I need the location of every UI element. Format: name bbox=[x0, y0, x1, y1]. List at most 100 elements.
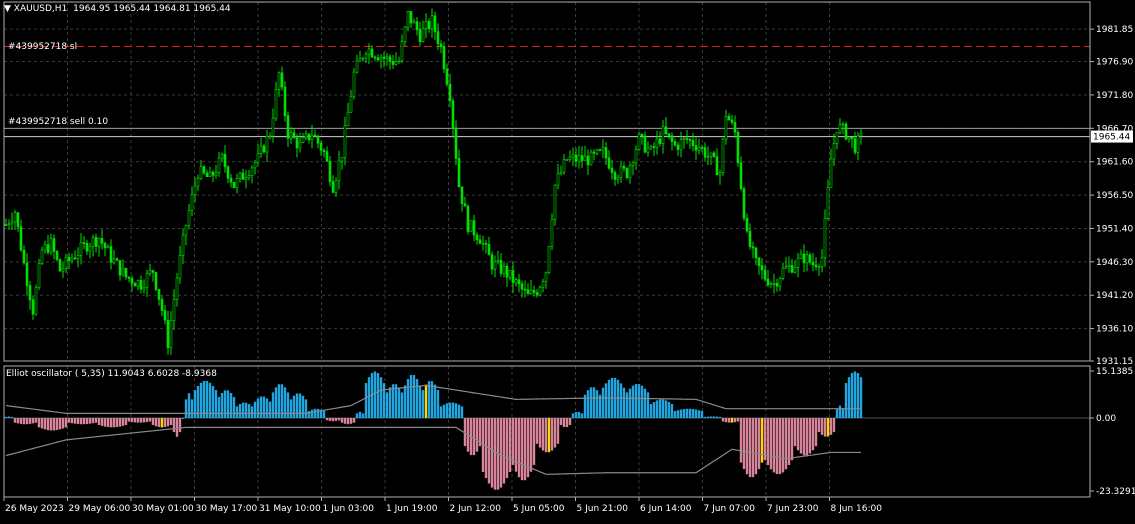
candle-body bbox=[202, 166, 206, 174]
oscillator-bar bbox=[688, 408, 692, 418]
oscillator-bar bbox=[487, 418, 491, 484]
price-chart[interactable]: 1981.851976.901971.801966.701961.601956.… bbox=[0, 0, 1135, 520]
candle-body bbox=[847, 136, 851, 140]
lower-band-line bbox=[5, 426, 861, 475]
candle-body bbox=[466, 205, 470, 232]
candle-body bbox=[151, 270, 155, 273]
oscillator-bar bbox=[184, 399, 188, 418]
oscillator-bar bbox=[859, 377, 863, 418]
oscillator-bar bbox=[514, 418, 518, 472]
candle-body bbox=[694, 145, 698, 151]
oscillator-bar bbox=[742, 418, 746, 470]
oscillator-bar bbox=[529, 418, 533, 472]
oscillator-bar bbox=[793, 418, 797, 447]
candle-body bbox=[505, 265, 509, 278]
price-tick-label: 1941.20 bbox=[1096, 291, 1133, 301]
candle-body bbox=[196, 178, 200, 187]
oscillator-bar bbox=[415, 379, 419, 418]
candle-body bbox=[391, 61, 395, 65]
candle-body bbox=[583, 155, 587, 161]
oscillator-bar bbox=[493, 418, 497, 490]
oscillator-bar bbox=[790, 418, 794, 461]
candle-body bbox=[541, 281, 545, 288]
collapse-arrow-icon[interactable]: ▼ bbox=[4, 4, 11, 14]
oscillator-bar bbox=[655, 400, 659, 418]
candle-body bbox=[133, 283, 137, 287]
candle-body bbox=[490, 254, 494, 270]
candle-body bbox=[568, 156, 572, 160]
oscillator-bar bbox=[460, 406, 464, 418]
oscillator-bar bbox=[160, 418, 164, 428]
oscillator-bar bbox=[670, 404, 674, 418]
oscillator-bar bbox=[535, 418, 539, 444]
oscillator-bar bbox=[505, 418, 509, 479]
candle-body bbox=[766, 278, 770, 286]
oscillator bbox=[4, 371, 1090, 490]
oscillator-bar bbox=[157, 418, 161, 428]
candle-body bbox=[724, 115, 728, 140]
oscillator-bar bbox=[49, 418, 53, 431]
oscillator-bar bbox=[763, 418, 767, 461]
candle-body bbox=[430, 15, 434, 30]
candle-body bbox=[736, 131, 740, 164]
candle-body bbox=[856, 135, 860, 153]
candle-body bbox=[424, 21, 428, 29]
candle-body bbox=[361, 57, 365, 60]
candle-body bbox=[706, 155, 710, 158]
candle-body bbox=[118, 260, 122, 276]
candle-body bbox=[394, 61, 398, 65]
candle-body bbox=[10, 221, 14, 225]
oscillator-bar bbox=[205, 380, 209, 418]
candle-body bbox=[226, 166, 230, 179]
candle-body bbox=[322, 150, 326, 152]
oscillator-bar bbox=[103, 418, 107, 427]
candle-body bbox=[565, 159, 569, 161]
oscillator-bar bbox=[271, 392, 275, 418]
oscillator-bar bbox=[646, 392, 650, 418]
candle-body bbox=[454, 127, 458, 159]
oscillator-bar bbox=[826, 418, 830, 437]
candle-body bbox=[526, 289, 530, 295]
candle-body bbox=[748, 230, 752, 248]
candle-body bbox=[508, 270, 512, 278]
oscillator-bar bbox=[301, 395, 305, 418]
oscillator-bar bbox=[751, 418, 755, 478]
chart-window[interactable]: 1981.85 1976.90 1971.80 1966.70 1961.60 1956.… bbox=[0, 0, 1135, 520]
oscillator-bar bbox=[373, 371, 377, 418]
candle-body bbox=[382, 56, 386, 59]
oscillator-bar bbox=[472, 418, 476, 456]
oscillator-bar bbox=[730, 418, 734, 423]
candle-body bbox=[22, 249, 26, 264]
oscillator-bar bbox=[556, 418, 560, 444]
candle-body bbox=[343, 125, 347, 158]
candle-body bbox=[115, 258, 119, 261]
symbol-header: ▼ XAUUSD,H1 1964.95 1965.44 1964.81 1965… bbox=[4, 4, 231, 15]
oscillator-bar bbox=[340, 418, 344, 423]
candle-body bbox=[154, 272, 158, 290]
sl-label: #439952718 sl bbox=[8, 42, 78, 52]
oscillator-bar bbox=[151, 418, 155, 426]
oscillator-bar bbox=[604, 383, 608, 418]
candle-body bbox=[211, 171, 215, 176]
oscillator-bar bbox=[658, 399, 662, 418]
candle-body bbox=[349, 96, 353, 113]
candle-body bbox=[604, 147, 608, 159]
oscillator-bar bbox=[202, 380, 206, 418]
candle-body bbox=[769, 283, 773, 286]
oscillator-bar bbox=[523, 418, 527, 481]
candle-body bbox=[601, 147, 605, 151]
candle-body bbox=[829, 158, 833, 188]
candle-body bbox=[64, 256, 68, 269]
oscillator-bar bbox=[814, 418, 818, 447]
candle-body bbox=[442, 46, 446, 70]
candle-body bbox=[742, 188, 746, 219]
oscillator-bar bbox=[172, 418, 176, 433]
oscillator-bar bbox=[856, 372, 860, 418]
oscillator-bar bbox=[781, 418, 785, 473]
candle-body bbox=[193, 185, 197, 196]
oscillator-bar bbox=[577, 411, 581, 418]
candle-body bbox=[436, 31, 440, 45]
candle-body bbox=[247, 175, 251, 178]
candle-body bbox=[409, 11, 413, 24]
candle-body bbox=[19, 226, 23, 251]
